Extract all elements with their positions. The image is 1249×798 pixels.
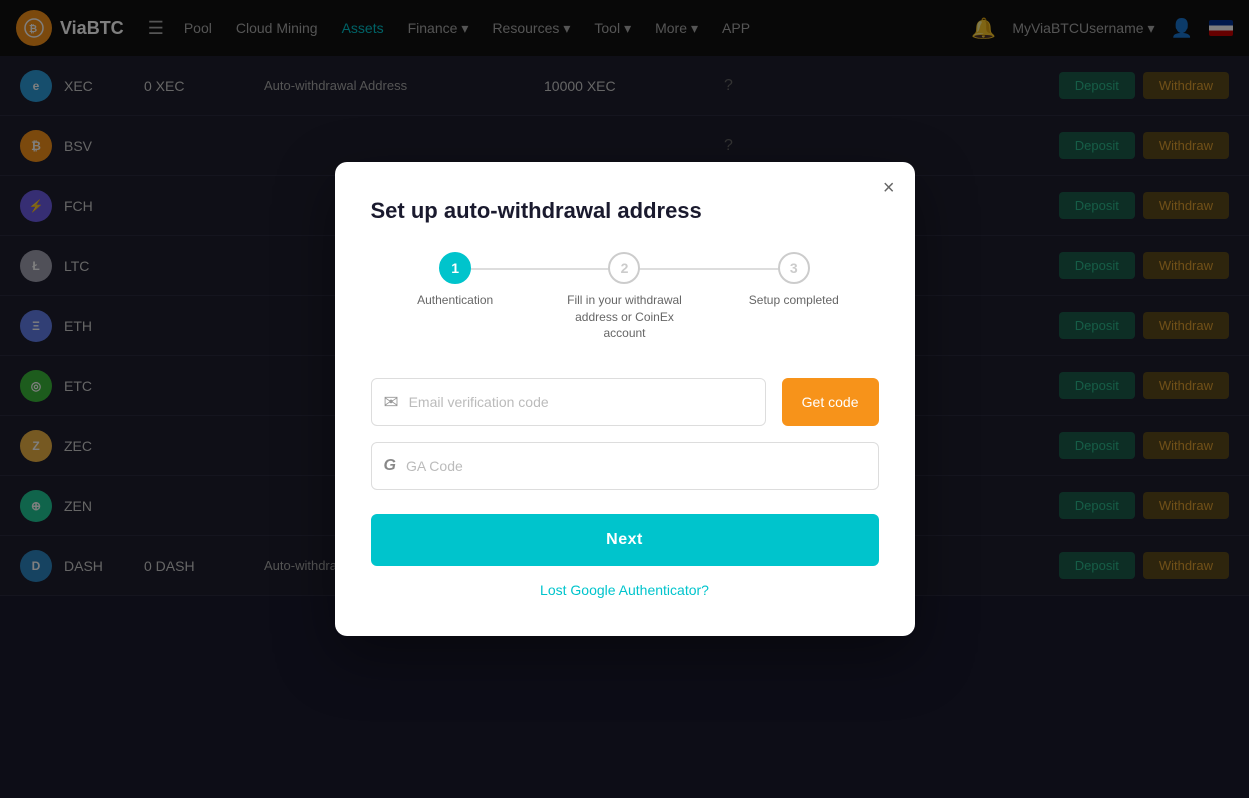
next-button[interactable]: Next bbox=[371, 514, 879, 566]
step-label-2: Fill in your withdrawal address or CoinE… bbox=[564, 292, 684, 342]
email-verification-input[interactable] bbox=[409, 394, 753, 410]
step-label-3: Setup completed bbox=[749, 292, 839, 309]
auto-withdrawal-modal: × Set up auto-withdrawal address 1 Authe… bbox=[335, 162, 915, 636]
step-3: 3 Setup completed bbox=[709, 252, 878, 309]
ga-icon: G bbox=[384, 457, 396, 475]
step-1: 1 Authentication bbox=[371, 252, 540, 309]
email-input-wrapper: ✉ bbox=[371, 378, 766, 426]
step-label-1: Authentication bbox=[417, 292, 493, 309]
step-line-1 bbox=[455, 268, 624, 270]
modal-overlay: × Set up auto-withdrawal address 1 Authe… bbox=[0, 0, 1249, 798]
step-circle-2: 2 bbox=[608, 252, 640, 284]
steps-container: 1 Authentication 2 Fill in your withdraw… bbox=[371, 252, 879, 342]
ga-code-input[interactable] bbox=[406, 458, 866, 474]
step-circle-1: 1 bbox=[439, 252, 471, 284]
lost-authenticator-link[interactable]: Lost Google Authenticator? bbox=[540, 582, 709, 598]
lost-auth-container: Lost Google Authenticator? bbox=[371, 582, 879, 600]
email-form-group: ✉ Get code bbox=[371, 378, 879, 426]
ga-input-wrapper: G bbox=[371, 442, 879, 490]
step-circle-3: 3 bbox=[778, 252, 810, 284]
modal-title: Set up auto-withdrawal address bbox=[371, 198, 879, 224]
step-line-2 bbox=[624, 268, 793, 270]
ga-form-group: G bbox=[371, 442, 879, 490]
get-code-button[interactable]: Get code bbox=[782, 378, 879, 426]
modal-close-button[interactable]: × bbox=[883, 178, 895, 198]
step-2: 2 Fill in your withdrawal address or Coi… bbox=[540, 252, 709, 342]
email-icon: ✉ bbox=[384, 392, 399, 413]
